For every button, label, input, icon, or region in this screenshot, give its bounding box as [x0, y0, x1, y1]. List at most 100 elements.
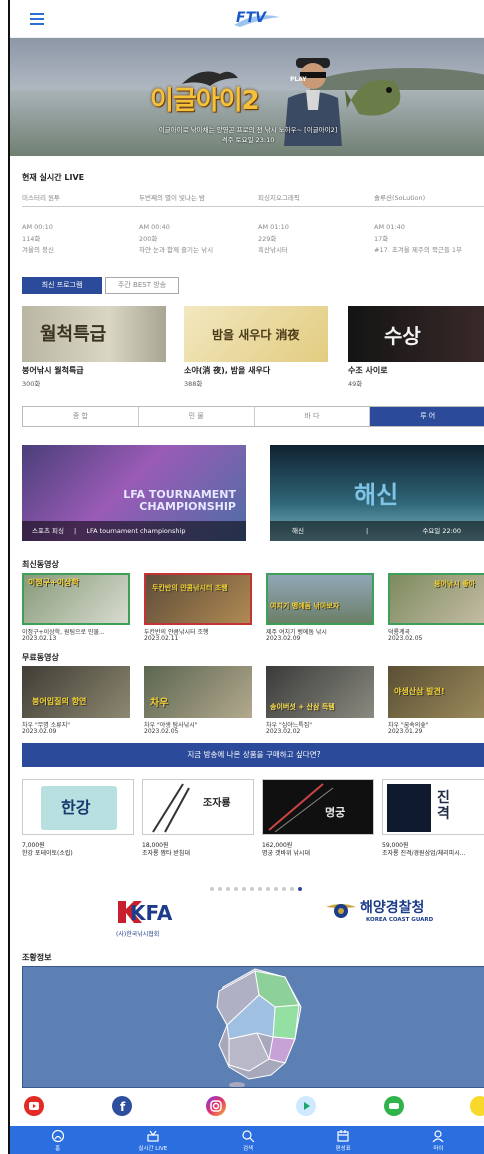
kakao-icon[interactable]	[470, 1096, 484, 1116]
video-thumbnail[interactable]: 송이버섯 + 산삼 득템	[266, 666, 374, 718]
product-name: 한강 포테이토(소립)	[22, 850, 73, 857]
thumb-text: 진격	[437, 790, 450, 822]
shop-banner-button[interactable]: 지금 방송에 나온 상품을 구매하고 싶다면?	[22, 743, 484, 767]
live-now-ch4[interactable]: 솔루션(SoLution)	[374, 192, 425, 202]
video-thumbnail[interactable]: 붕어낚시 좋아	[388, 573, 484, 625]
tab-sea[interactable]: 바 다	[255, 407, 371, 426]
thumb-text: 명궁	[325, 806, 346, 819]
ftv-logo[interactable]: FTV	[232, 9, 282, 29]
korea-map-graphic	[216, 968, 302, 1087]
feature-card-lfa[interactable]: LFA TOURNAMENT CHAMPIONSHIP 스포츠 피싱 | LFA…	[22, 445, 246, 541]
hero-title: 이글아이2	[150, 86, 260, 116]
thumb-text: 한강	[61, 798, 91, 817]
page-dot[interactable]	[234, 887, 238, 891]
next-episode: 114화	[22, 235, 41, 243]
product-image[interactable]: 조자룡	[142, 779, 254, 835]
tab-lure[interactable]: 루 어	[370, 407, 484, 426]
program-card[interactable]: 수상 수조 사이로 49화	[348, 306, 484, 388]
product-image[interactable]: 명궁	[262, 779, 374, 835]
youtube-icon[interactable]	[24, 1096, 44, 1116]
kfa-logo[interactable]: KFA (사)한국낚시협회	[112, 897, 192, 943]
product-name: 명궁 갯바위 낚시대	[262, 850, 310, 857]
instagram-icon[interactable]	[206, 1096, 226, 1116]
product-pagination[interactable]	[210, 876, 330, 891]
program-card[interactable]: 월척특급 붕어낚시 월척특급 300화	[22, 306, 166, 388]
thumb-text: 붕어입질의 향연	[32, 697, 87, 706]
hamburger-menu-icon[interactable]	[30, 13, 44, 25]
logo-text: FTV	[236, 10, 266, 26]
thumb-text: 여치기 벵에돔 낚아보자	[270, 602, 340, 610]
video-date: 2023.02.09	[22, 728, 57, 735]
tide-section-title: 조황정보	[22, 953, 52, 962]
live-section-title: 현재 실시간 LIVE	[22, 173, 85, 182]
thumb-text: 조자룡	[203, 798, 231, 809]
page-dot[interactable]	[242, 887, 246, 891]
korea-map[interactable]	[22, 966, 484, 1088]
tab-general[interactable]: 종 합	[23, 407, 139, 426]
next-title[interactable]: #17. 초겨울 제주의 묵근들 1부	[374, 244, 462, 254]
page-dot[interactable]	[274, 887, 278, 891]
live-now-ch1[interactable]: 미스터리 원투	[22, 192, 60, 202]
video-date: 2023.02.05	[388, 635, 423, 642]
live-now-ch2[interactable]: 두번째의 별이 빛나는 밤	[139, 192, 205, 202]
video-thumbnail[interactable]: 이정구+이상학	[22, 573, 130, 625]
video-date: 2023.02.05	[144, 728, 179, 735]
video-thumbnail[interactable]: 붕어입질의 향연	[22, 666, 130, 718]
page-dot[interactable]	[218, 887, 222, 891]
thumb-text: 밤을 새우다 消夜	[212, 328, 300, 342]
live-now-ch3[interactable]: 피싱지오그래픽	[258, 192, 300, 202]
free-videos-title: 무료동영상	[22, 653, 59, 662]
tab-latest-programs[interactable]: 최신 프로그램	[22, 277, 102, 294]
page-dot[interactable]	[210, 887, 214, 891]
program-thumbnail[interactable]: 월척특급	[22, 306, 166, 362]
next-title[interactable]: 흑산낚시터	[258, 244, 288, 254]
page-dot[interactable]	[258, 887, 262, 891]
program-name: 붕어낚시 월척특급	[22, 366, 84, 375]
bottom-navigation: 홈 실시간 LIVE 검색 편성표 마이	[10, 1126, 484, 1154]
product-image[interactable]: 한강	[22, 779, 134, 835]
page-dot[interactable]	[266, 887, 270, 891]
nav-search[interactable]: 검색	[200, 1126, 295, 1154]
video-thumbnail[interactable]: 여치기 벵에돔 낚아보자	[266, 573, 374, 625]
thumb-text: 붕어낚시 좋아	[434, 580, 476, 588]
program-thumbnail[interactable]: 수상	[348, 306, 484, 362]
kcg-logo[interactable]: 해양경찰청 KOREA COAST GUARD	[326, 895, 446, 931]
thumb-text: 두칸반의 얀콤낚시터 조행	[152, 584, 228, 592]
nav-my[interactable]: 마이	[391, 1126, 484, 1154]
feature-overlay-text: 해신	[354, 481, 399, 509]
thumb-text: 차우	[150, 698, 169, 709]
next-episode: 17화	[374, 235, 389, 243]
feature-caption: 스포츠 피싱 | LFA tournament championship	[22, 521, 246, 541]
thumb-text: 야생산삼 발견!	[394, 687, 445, 696]
video-thumbnail[interactable]: 차우	[144, 666, 252, 718]
next-title[interactable]: 겨울의 붕신	[22, 244, 54, 254]
page-dot[interactable]	[250, 887, 254, 891]
facebook-icon[interactable]: f	[112, 1096, 132, 1116]
nav-live[interactable]: 실시간 LIVE	[105, 1126, 200, 1154]
video-thumbnail[interactable]: 야생산삼 발견!	[388, 666, 484, 718]
play-icon[interactable]	[296, 1096, 316, 1116]
tab-weekly-best[interactable]: 주간 BEST 방송	[105, 277, 179, 294]
product-name: 조자룡 진격/경원삼업/체리피시...	[382, 850, 466, 857]
page-dot[interactable]	[290, 887, 294, 891]
bass-fish-icon	[345, 80, 401, 116]
video-date: 2023.02.02	[266, 728, 301, 735]
video-thumbnail[interactable]: 두칸반의 얀콤낚시터 조행	[144, 573, 252, 625]
chat-icon[interactable]	[384, 1096, 404, 1116]
program-thumbnail[interactable]: 밤을 새우다 消夜	[184, 306, 328, 362]
nav-label: 검색	[242, 1146, 254, 1152]
kcg-name: 해양경찰청	[360, 900, 425, 916]
feature-card-haesin[interactable]: 해신 해신 | 수요일 22:00	[270, 445, 484, 541]
program-card[interactable]: 밤을 새우다 消夜 소야(消 夜), 밤을 새우다 388화	[184, 306, 328, 388]
nav-home[interactable]: 홈	[10, 1126, 105, 1154]
page-dot[interactable]	[298, 887, 302, 891]
next-title[interactable]: 하얀 눈과 함께 즐기는 낚시	[139, 244, 213, 254]
nav-schedule[interactable]: 편성표	[296, 1126, 391, 1154]
product-image[interactable]: 진격	[382, 779, 484, 835]
hero-banner[interactable]: 이글아이2 PLAY 이글아이로 낚아채는 양영곤 프로의 전 낚시 노하우~ …	[10, 38, 484, 156]
page-dot[interactable]	[282, 887, 286, 891]
page-dot[interactable]	[226, 887, 230, 891]
feature-caption-right: LFA tournament championship	[86, 527, 186, 535]
tab-freshwater[interactable]: 민 물	[139, 407, 255, 426]
hero-pagination[interactable]	[234, 146, 274, 152]
